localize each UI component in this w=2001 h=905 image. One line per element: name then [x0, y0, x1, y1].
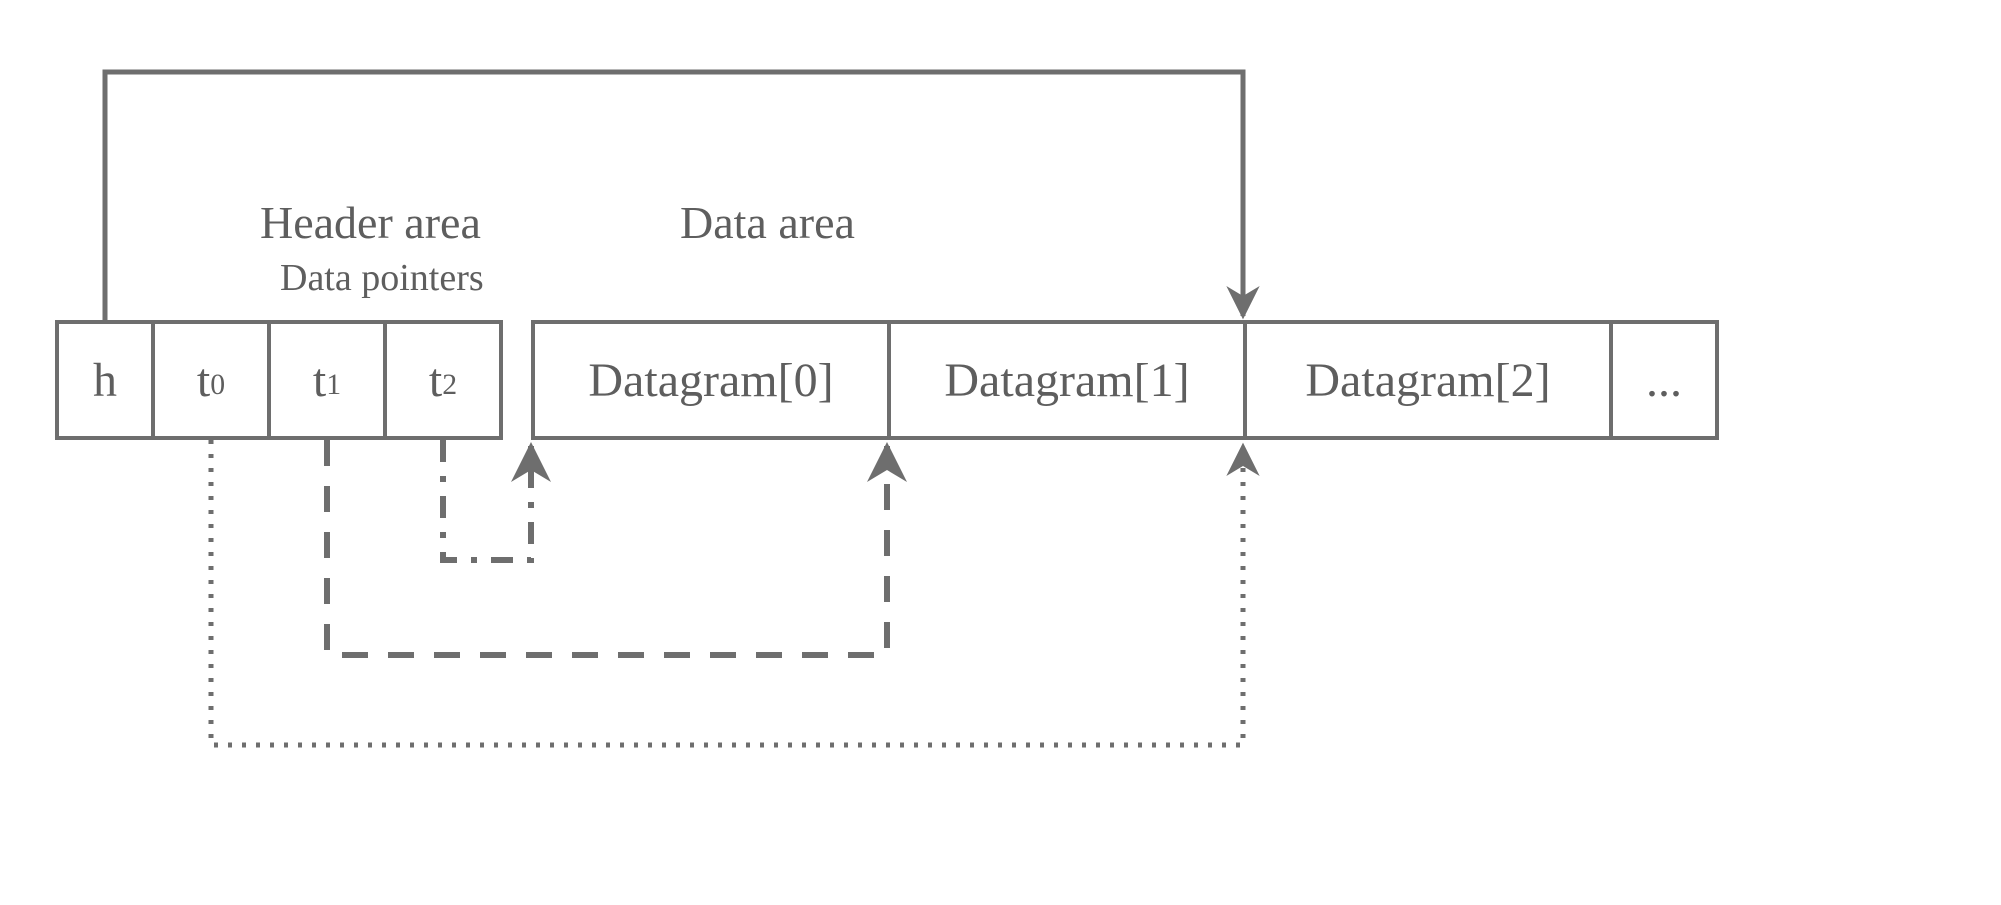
- cell-h-text: h: [93, 353, 117, 408]
- cell-t0: t0: [151, 320, 271, 440]
- label-data-area: Data area: [680, 196, 855, 249]
- pointer-arrows: [0, 0, 2001, 905]
- cell-datagram-0-text: Datagram[0]: [588, 353, 833, 408]
- cell-ellipsis: ...: [1609, 320, 1719, 440]
- cell-ellipsis-text: ...: [1646, 353, 1682, 408]
- cell-h: h: [55, 320, 155, 440]
- arrow-t1: [327, 440, 887, 655]
- cell-datagram-1: Datagram[1]: [887, 320, 1247, 440]
- cell-datagram-1-text: Datagram[1]: [944, 353, 1189, 408]
- cell-datagram-0: Datagram[0]: [531, 320, 891, 440]
- cell-t1: t1: [267, 320, 387, 440]
- arrow-t2: [443, 440, 531, 560]
- cell-t2-sub: 2: [442, 368, 457, 402]
- cell-t1-sub: 1: [326, 368, 341, 402]
- label-header-area: Header area: [260, 196, 481, 249]
- layout-boxes: h t0 t1 t2 Datagram[0] Datagram[1] Datag…: [55, 320, 1719, 440]
- arrow-t0: [211, 440, 1243, 745]
- cell-t0-sub: 0: [210, 368, 225, 402]
- gap: [503, 320, 531, 440]
- cell-t2-base: t: [429, 353, 442, 408]
- label-data-pointers: Data pointers: [280, 256, 484, 300]
- cell-t1-base: t: [313, 353, 326, 408]
- diagram-canvas: Header area Data pointers Data area h t0…: [0, 0, 2001, 905]
- cell-t2: t2: [383, 320, 503, 440]
- cell-t0-base: t: [197, 353, 210, 408]
- cell-datagram-2-text: Datagram[2]: [1305, 353, 1550, 408]
- cell-datagram-2: Datagram[2]: [1243, 320, 1613, 440]
